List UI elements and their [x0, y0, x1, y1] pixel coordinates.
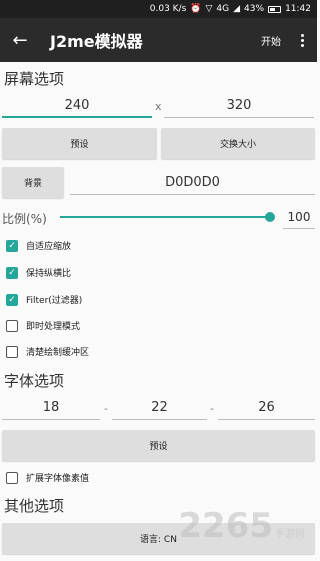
screen-preset-button[interactable]: 预设 [2, 128, 157, 159]
scale-slider[interactable] [60, 216, 270, 218]
font-options-heading: 字体选项 [4, 372, 65, 390]
immediate-mode-checkbox-row[interactable]: 即时处理模式 [6, 319, 80, 332]
filter-checkbox-row[interactable]: ✓ Filter(过滤器) [6, 293, 82, 306]
screen-height-input[interactable]: 320 [164, 96, 314, 118]
checkbox-unchecked-icon[interactable] [6, 319, 18, 332]
checkbox-checked-icon[interactable]: ✓ [6, 239, 18, 252]
watermark-number: 2265 [178, 506, 273, 546]
font-preset-button[interactable]: 预设 [2, 430, 315, 461]
immediate-mode-label: 即时处理模式 [26, 322, 81, 332]
background-button[interactable]: 背景 [2, 167, 64, 198]
screen-options-heading: 屏幕选项 [4, 70, 65, 88]
font-size-large-input[interactable]: 26 [218, 398, 315, 420]
font-size-separator: - [210, 402, 214, 415]
screen-width-input[interactable]: 240 [2, 96, 152, 118]
auto-scale-checkbox-row[interactable]: ✓ 自适应缩放 [6, 239, 71, 252]
clear-buffer-label: 清楚绘制缓冲区 [26, 348, 90, 358]
site-watermark: 2265 手游网 [178, 506, 305, 546]
status-bar: 0.03 K/s ⏰ ▽ 4G ◢ 43% 11:42 [0, 0, 317, 18]
checkbox-unchecked-icon[interactable] [6, 345, 18, 358]
watermark-site: 手游网 [275, 529, 305, 540]
keep-aspect-ratio-label: 保持纵横比 [26, 269, 72, 279]
clear-buffer-checkbox-row[interactable]: 清楚绘制缓冲区 [6, 345, 89, 358]
signal-icon: ◢ [233, 4, 241, 14]
auto-scale-label: 自适应缩放 [26, 242, 72, 252]
checkbox-checked-icon[interactable]: ✓ [6, 293, 18, 306]
app-toolbar: ← J2me模拟器 开始 [0, 18, 317, 62]
alarm-icon: ⏰ [190, 4, 202, 14]
font-size-small-input[interactable]: 18 [2, 398, 100, 420]
checkbox-checked-icon[interactable]: ✓ [6, 266, 18, 279]
clock: 11:42 [285, 4, 311, 14]
app-title: J2me模拟器 [50, 32, 143, 51]
start-button[interactable]: 开始 [261, 33, 281, 48]
battery-percent: 43% [244, 4, 265, 14]
extend-font-label: 扩展字体像素值 [26, 474, 90, 484]
font-size-separator: - [104, 402, 108, 415]
font-size-medium-input[interactable]: 22 [112, 398, 207, 420]
back-arrow-icon[interactable]: ← [0, 30, 40, 51]
extend-font-checkbox-row[interactable]: 扩展字体像素值 [6, 471, 89, 484]
scale-label: 比例(%) [2, 212, 47, 226]
wifi-off-icon: ▽ [205, 4, 213, 14]
network-type: 4G [216, 4, 230, 14]
scale-value-input[interactable]: 100 [283, 207, 315, 229]
background-color-input[interactable]: D0D0D0 [70, 173, 315, 195]
keep-aspect-ratio-checkbox-row[interactable]: ✓ 保持纵横比 [6, 266, 71, 279]
dimension-separator: x [155, 100, 162, 113]
more-options-icon[interactable] [295, 33, 309, 47]
filter-label: Filter(过滤器) [26, 296, 83, 306]
swap-size-button[interactable]: 交换大小 [161, 128, 315, 159]
battery-icon [268, 5, 282, 13]
other-options-heading: 其他选项 [4, 497, 65, 515]
scale-slider-thumb[interactable] [265, 212, 275, 222]
network-speed: 0.03 K/s [149, 4, 187, 14]
checkbox-unchecked-icon[interactable] [6, 471, 18, 484]
